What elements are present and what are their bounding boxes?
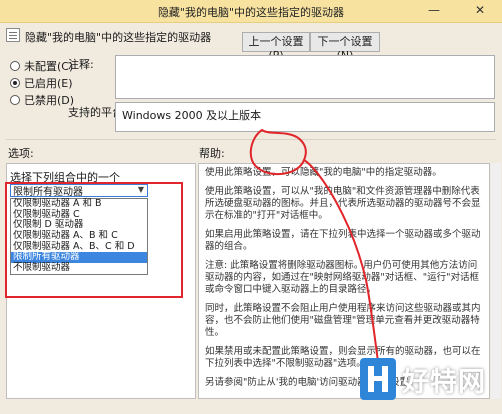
help-paragraph: 使用此策略设置，可以从"我的电脑"和文件资源管理器中删除代表所选硬盘驱动器的图标… — [205, 186, 481, 221]
help-paragraph: 如果启用此策略设置，请在下拉列表中选择一个驱动器或多个驱动器的组合。 — [205, 229, 481, 252]
radio-not-configured[interactable]: 未配置(C) — [10, 58, 73, 74]
radio-enabled[interactable]: 已启用(E) — [10, 75, 73, 91]
close-button[interactable]: ✕ — [462, 0, 498, 20]
supported-platform-field: Windows 2000 及以上版本 — [115, 102, 495, 132]
dropdown-list: 仅限制驱动器 A 和 B 仅限制驱动器 C 仅限制 D 驱动器 仅限制驱动器 A… — [10, 198, 148, 275]
radio-circle[interactable] — [10, 95, 20, 105]
previous-setting-button[interactable]: 上一个设置(P) — [242, 32, 310, 62]
radio-label: 已启用(E) — [24, 77, 73, 90]
dropdown-selected-value: 限制所有驱动器 — [13, 187, 83, 198]
watermark: 好特网 — [360, 358, 495, 406]
dropdown-option[interactable]: 不限制驱动器 — [11, 262, 147, 274]
options-label: 选项: — [8, 147, 34, 160]
minimize-button[interactable]: — — [416, 0, 452, 20]
radio-disabled[interactable]: 已禁用(D) — [10, 92, 74, 108]
setting-name: 隐藏"我的电脑"中的这些指定的驱动器 — [25, 31, 212, 44]
help-paragraph: 同时，此策略设置不会阻止用户使用程序来访问这些驱动器或其内容，也不会防止他们使用… — [205, 303, 481, 338]
next-setting-button[interactable]: 下一个设置(N) — [310, 32, 380, 62]
divider — [6, 139, 496, 140]
radio-circle[interactable] — [10, 78, 20, 88]
policy-setting-icon — [6, 28, 20, 42]
radio-label: 未配置(C) — [24, 60, 74, 73]
help-paragraph: 使用此策略设置，可以隐藏"我的电脑"中的指定驱动器。 — [205, 167, 442, 178]
title-bar: 隐藏"我的电脑"中的这些指定的驱动器 — ✕ — [0, 0, 502, 23]
help-paragraph: 注意: 此策略设置将删除驱动器图标。用户仍可使用其他方法访问驱动器的内容，如通过… — [205, 260, 479, 295]
comment-label: 注释: — [68, 58, 94, 71]
site-logo-icon — [360, 358, 396, 400]
comment-textarea[interactable] — [115, 55, 495, 99]
radio-label: 已禁用(D) — [24, 94, 75, 107]
radio-circle[interactable] — [10, 61, 20, 71]
chevron-down-icon[interactable]: ▼ — [138, 185, 144, 194]
help-label: 帮助: — [199, 147, 225, 160]
watermark-text: 好特网 — [402, 367, 486, 398]
drive-restriction-dropdown[interactable]: 限制所有驱动器 ▼ — [10, 184, 148, 198]
